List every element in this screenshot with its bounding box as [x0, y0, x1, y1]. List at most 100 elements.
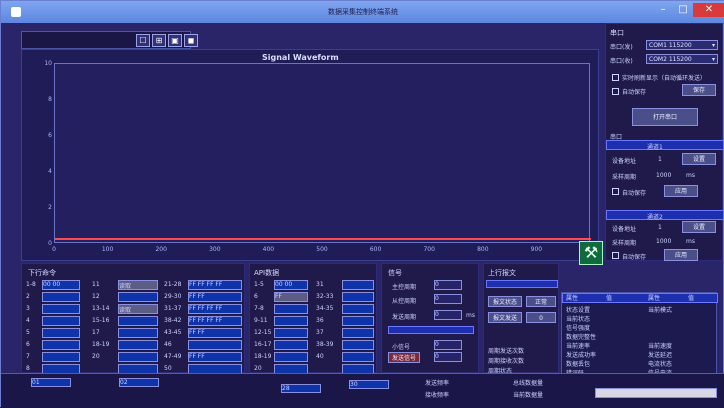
api-row-data[interactable] [342, 304, 374, 314]
row-action[interactable] [118, 292, 158, 302]
row-index: 8 [26, 365, 30, 372]
sample-label: 采样周期 [612, 174, 637, 181]
sample2-value: 1000 [656, 238, 672, 245]
ch2-apply-button[interactable]: 应用 [664, 249, 698, 261]
chart-title: Signal Waveform [262, 53, 339, 62]
row-data[interactable] [188, 340, 242, 350]
row-data[interactable]: FF FF [188, 292, 242, 302]
row-action[interactable] [118, 328, 158, 338]
port-recv-value: COM2 115200 [649, 56, 692, 63]
status-bar: 01 02 28 30 发送频率 接收频率 总线数据量 当前数据量 [1, 374, 724, 408]
api-row-data[interactable] [342, 352, 374, 362]
port-recv-select[interactable]: COM2 115200 ▾ [646, 54, 718, 64]
realtime-label: 实时刷新显示（自动循环发送） [622, 75, 707, 82]
row-action[interactable] [118, 316, 158, 326]
small-signal-value: 0 [434, 340, 462, 350]
realtime-checkbox[interactable] [612, 74, 619, 81]
row-value[interactable] [42, 340, 80, 350]
row-action[interactable]: 读取 [118, 280, 158, 290]
close-button[interactable]: ✕ [693, 3, 724, 17]
y-tick-label: 2 [48, 204, 52, 211]
api-row-value[interactable] [274, 304, 308, 314]
api-row-index: 7-8 [254, 305, 264, 312]
dev-set-button[interactable]: 设置 [682, 153, 716, 165]
row-data[interactable]: FF FF FF FF [188, 316, 242, 326]
ch1-apply-button[interactable]: 应用 [664, 185, 698, 197]
channel2-header: 通道2 [606, 210, 724, 221]
api-row-index-2: 36 [316, 317, 324, 324]
slave-period-label: 从控周期 [392, 298, 417, 305]
row-data[interactable]: FF FF FF FF [188, 280, 242, 290]
table-cell: 当前状态 [566, 316, 591, 323]
row-action[interactable]: 读取 [118, 304, 158, 314]
row-index: 2 [26, 293, 30, 300]
save-button[interactable]: 保存 [682, 84, 716, 96]
api-row-value[interactable]: FF [274, 292, 308, 302]
ch2-autosave-label: 自动保存 [622, 254, 647, 261]
row-value[interactable] [42, 304, 80, 314]
toolbar-button-3[interactable]: ▣ [168, 34, 182, 47]
table-cell: 发送成功率 [566, 352, 597, 359]
api-row-value[interactable] [274, 340, 308, 350]
ch2-autosave-checkbox[interactable] [612, 252, 619, 259]
toolbar-button-4[interactable]: ◼ [184, 34, 198, 47]
row-value[interactable] [42, 352, 80, 362]
status-table: 属性 值 属性 值 状态设置 当前模式 当前状态 信号强度 数据完整性 当前速率 当前速度发… [561, 292, 718, 377]
row-index-2: 11 [92, 281, 100, 288]
send-period-value[interactable]: 0 [434, 310, 462, 320]
toolbar-button-1[interactable]: ☐ [136, 34, 150, 47]
row-data[interactable]: FF FF [188, 352, 242, 362]
plot-area[interactable] [54, 63, 591, 243]
channel1-header: 通道1 [606, 140, 724, 151]
down-command-panel: 下行命令 1-8 00 00 11 读取 21-28 FF FF FF FF 2 12 29-3… [21, 263, 245, 374]
bus-data-label: 总线数据量 [513, 380, 544, 387]
x-tick-label: 100 [101, 246, 114, 253]
row-value[interactable] [42, 316, 80, 326]
status-field-1: 01 [31, 378, 71, 387]
open-port-button[interactable]: 打开串口 [632, 108, 698, 126]
api-row-value[interactable] [274, 352, 308, 362]
api-row-value[interactable] [274, 328, 308, 338]
port-send-select[interactable]: COM1 115200 ▾ [646, 40, 718, 50]
api-row-data[interactable] [342, 340, 374, 350]
api-row-value[interactable]: 00 00 [274, 280, 308, 290]
report-send-button[interactable]: 报文发送 [488, 312, 522, 323]
toolbar-button-2[interactable]: ⊞ [152, 34, 166, 47]
title-bar: 数据采集控制终端系统 – □ ✕ [1, 1, 724, 23]
row-value[interactable]: 00 00 [42, 280, 80, 290]
api-row-data[interactable] [342, 316, 374, 326]
horizontal-scrollbar[interactable] [595, 388, 717, 398]
table-cell: 当前速度 [648, 343, 673, 350]
row-index: 7 [26, 353, 30, 360]
table-header-val2: 值 [688, 295, 695, 302]
api-row-data[interactable] [342, 328, 374, 338]
api-row-index: 1-5 [254, 281, 264, 288]
row-data[interactable]: FF FF [188, 328, 242, 338]
cycle-send-label: 周期发送次数 [488, 348, 525, 355]
row-data[interactable]: FF FF FF FF [188, 304, 242, 314]
table-cell: 信号强度 [566, 325, 591, 332]
row-action[interactable] [118, 352, 158, 362]
plot-svg [55, 238, 591, 240]
row-index-2: 17 [92, 329, 100, 336]
maximize-button[interactable]: □ [675, 3, 691, 17]
api-row-data[interactable] [342, 292, 374, 302]
row-index-3: 29-30 [164, 293, 182, 300]
api-row-index-2: 32-33 [316, 293, 334, 300]
y-tick-label: 0 [48, 240, 52, 247]
send-signal-button[interactable]: 发送信号 [388, 352, 420, 363]
port-send-value: COM1 115200 [649, 42, 692, 49]
autosave-checkbox[interactable] [612, 88, 619, 95]
row-action[interactable] [118, 340, 158, 350]
hammer-icon[interactable]: ⚒ [579, 241, 603, 265]
report-status-button[interactable]: 报文状态 [488, 296, 522, 307]
minimize-button[interactable]: – [655, 3, 671, 17]
api-row-value[interactable] [274, 316, 308, 326]
dev2-set-button[interactable]: 设置 [682, 221, 716, 233]
table-header-val1: 值 [606, 295, 613, 302]
row-value[interactable] [42, 292, 80, 302]
ch1-autosave-checkbox[interactable] [612, 188, 619, 195]
api-row-data[interactable] [342, 280, 374, 290]
row-value[interactable] [42, 328, 80, 338]
api-row-index: 12-15 [254, 329, 272, 336]
